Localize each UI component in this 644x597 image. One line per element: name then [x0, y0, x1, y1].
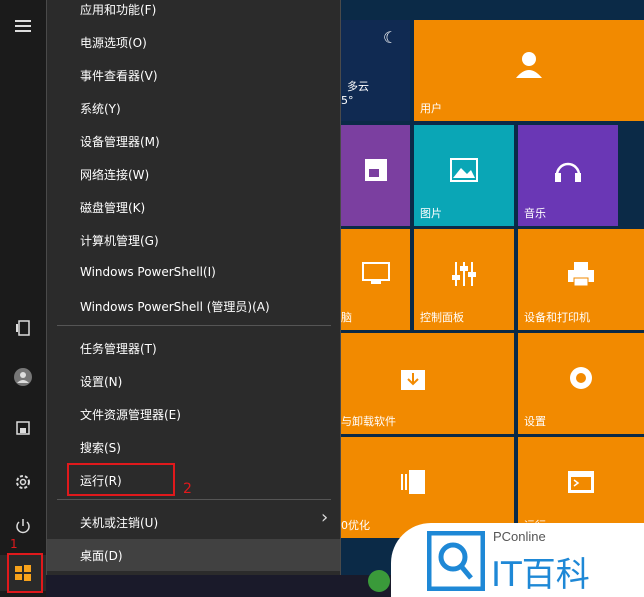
menu-item-event-viewer[interactable]: 事件查看器(V): [80, 67, 158, 84]
start-rail: [0, 0, 46, 597]
headphones-icon: [555, 163, 581, 183]
settings-tile-label: 设置: [524, 415, 546, 428]
power-icon[interactable]: [0, 506, 46, 546]
picture-icon: [450, 158, 478, 183]
pconline-logo-icon: [427, 531, 485, 591]
music-tile-label: 音乐: [524, 207, 546, 220]
settings-tile[interactable]: 设置: [518, 333, 644, 434]
music-tile[interactable]: 音乐: [518, 125, 618, 226]
pictures-tile-label: 图片: [420, 207, 442, 220]
hamburger-icon[interactable]: [0, 6, 46, 46]
weather-label: 多云: [347, 80, 369, 93]
uninstall-tile[interactable]: 与卸载软件: [341, 333, 514, 434]
pictures-tile[interactable]: 图片: [414, 125, 514, 226]
user-icon[interactable]: [0, 357, 46, 397]
optimize-label: 0优化: [341, 519, 370, 532]
devices-printers-tile[interactable]: 设备和打印机: [518, 229, 644, 330]
menu-item-file-explorer[interactable]: 文件资源管理器(E): [80, 406, 181, 423]
uninstall-label: 与卸载软件: [341, 415, 396, 428]
computer-icon: [361, 262, 390, 285]
menu-item-powershell-admin[interactable]: Windows PowerShell (管理员)(A): [80, 298, 270, 315]
menu-item-system[interactable]: 系统(Y): [80, 100, 121, 117]
run-window-icon: [568, 471, 594, 494]
menu-item-power-options[interactable]: 电源选项(O): [80, 34, 147, 51]
tablet-icon[interactable]: [0, 308, 46, 348]
menu-item-network-connections[interactable]: 网络连接(W): [80, 166, 149, 183]
start-highlight-box: [7, 553, 43, 593]
moon-icon: ☾: [383, 28, 398, 47]
weather-temp: 5°: [341, 94, 354, 107]
menu-item-task-manager[interactable]: 任务管理器(T): [80, 340, 157, 357]
settings-gear-icon: [570, 367, 592, 390]
menu-item-desktop[interactable]: 桌面(D): [80, 547, 123, 564]
menu-separator: [57, 325, 331, 326]
sliders-icon: [452, 262, 476, 287]
menu-item-disk-management[interactable]: 磁盘管理(K): [80, 199, 145, 216]
printer-icon: [568, 262, 594, 287]
step-2-label: 2: [183, 481, 192, 497]
user-tile[interactable]: 用户: [414, 20, 644, 121]
optimize-icon: [401, 470, 425, 495]
menu-item-powershell[interactable]: Windows PowerShell(I): [80, 265, 216, 279]
store-icon: [364, 159, 387, 182]
menu-item-search[interactable]: 搜索(S): [80, 439, 121, 456]
devices-printers-label: 设备和打印机: [524, 311, 590, 324]
pconline-watermark: PConline IT百科: [391, 523, 644, 597]
brand-big: IT百科: [491, 555, 590, 595]
taskbar-app-icon[interactable]: [368, 570, 390, 592]
chevron-right-icon: ›: [321, 507, 329, 528]
tile-area: ☾ 多云 5° 用户 图片 音乐 脑 控制面板 设备和打印机 与卸载软件 设置 …: [341, 0, 644, 575]
gear-icon[interactable]: [0, 462, 46, 502]
person-icon: [516, 52, 542, 79]
weather-tile[interactable]: ☾ 多云 5°: [341, 20, 410, 121]
control-panel-label: 控制面板: [420, 311, 464, 324]
menu-item-device-manager[interactable]: 设备管理器(M): [80, 133, 160, 150]
file-icon[interactable]: [0, 408, 46, 448]
brand-small: PConline: [493, 529, 546, 544]
store-tile[interactable]: [341, 125, 410, 226]
control-panel-tile[interactable]: 控制面板: [414, 229, 514, 330]
user-tile-label: 用户: [420, 102, 442, 115]
box-download-icon: [401, 370, 425, 391]
step-1-label: 1: [10, 537, 18, 551]
menu-item-settings[interactable]: 设置(N): [80, 373, 122, 390]
menu-item-computer-management[interactable]: 计算机管理(G): [80, 232, 159, 249]
computer-tile-label: 脑: [341, 311, 352, 324]
menu-item-apps-features[interactable]: 应用和功能(F): [80, 1, 156, 18]
menu-item-shutdown-signout[interactable]: 关机或注销(U): [80, 514, 158, 531]
run-highlight-box: [67, 463, 175, 496]
menu-separator: [57, 499, 331, 500]
computer-tile[interactable]: 脑: [341, 229, 410, 330]
